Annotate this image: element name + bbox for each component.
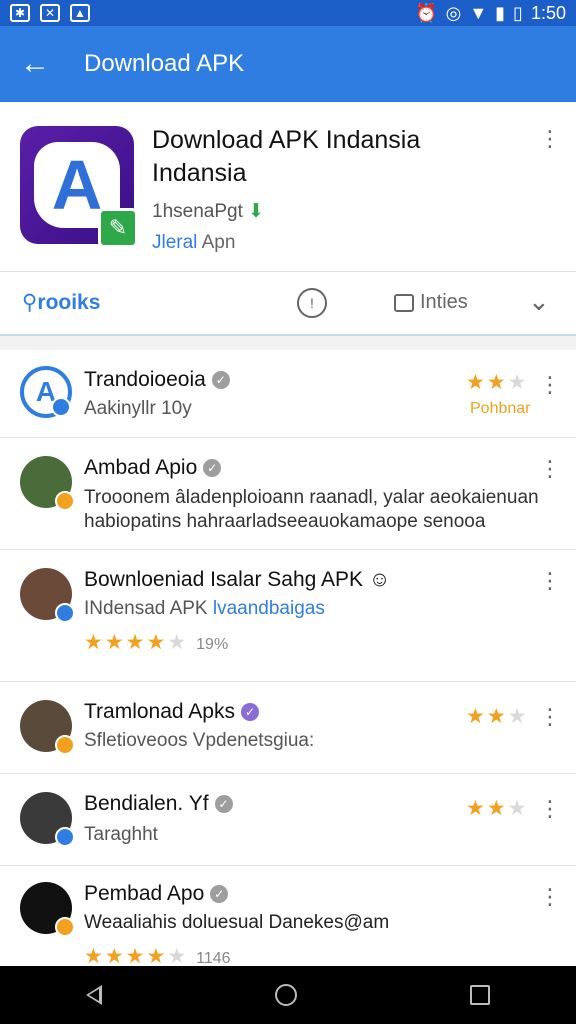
close-box-icon: ✕ <box>40 4 60 22</box>
status-left: ✱ ✕ ▲ <box>10 4 90 22</box>
avatar-badge-icon <box>55 735 75 755</box>
review-name: Bownloeniad Isalar Sahg APK ☺ <box>84 568 390 592</box>
avatar <box>20 568 75 623</box>
list-item[interactable]: A Trandoioeoia ✓ Aakinyllr 10y ★★★ Pohbna… <box>0 350 576 438</box>
tab-active-label: rooiks <box>37 291 101 314</box>
nav-bar <box>0 966 576 1024</box>
more-vert-icon[interactable]: ⋮ <box>538 124 562 154</box>
divider <box>0 336 576 350</box>
star-rating: ★★★ <box>466 705 529 728</box>
avatar-badge-icon <box>55 603 75 623</box>
app-developer: 1hsenaPgt ⬇ <box>152 200 264 223</box>
tab-active[interactable]: ⚲rooiks <box>22 290 100 315</box>
verified-icon: ✓ <box>214 795 233 814</box>
more-vert-icon[interactable]: ⋮ <box>538 794 562 824</box>
more-vert-icon[interactable]: ⋮ <box>538 882 562 912</box>
review-text: Aakinyllr 10y <box>84 398 192 419</box>
more-vert-icon[interactable]: ⋮ <box>538 370 562 400</box>
avatar: A <box>20 366 72 418</box>
chevron-down-icon[interactable]: ⌄ <box>528 286 550 317</box>
review-name-text: Tramlonad Apks <box>84 700 235 723</box>
review-text: Sfletioveoos Vpdenetsgiua: <box>84 730 315 751</box>
avatar <box>20 700 75 755</box>
avatar <box>20 882 75 937</box>
status-time: 1:50 <box>530 2 566 23</box>
review-text-main: INdensad APK <box>84 598 213 619</box>
tab-notes[interactable]: Inties <box>394 291 468 314</box>
more-vert-icon[interactable]: ⋮ <box>538 454 562 484</box>
more-vert-icon[interactable]: ⋮ <box>538 566 562 596</box>
avatar-badge-icon <box>55 491 75 511</box>
search-icon: ⚲ <box>22 291 38 314</box>
app-tag-blue: Jleral <box>152 232 198 253</box>
review-name-text: Ambad Apio <box>84 456 198 479</box>
app-tag-rest: Apn <box>197 232 236 253</box>
notification-icon: ✱ <box>10 4 30 22</box>
review-text: Trooonem âladenploioann raanadl, yalar a… <box>84 487 539 532</box>
more-vert-icon[interactable]: ⋮ <box>538 702 562 732</box>
developer-name: 1hsenaPgt <box>152 201 243 222</box>
review-name: Trandoioeoia ✓ <box>84 368 230 392</box>
review-text-blue: lvaandbaigas <box>212 598 325 619</box>
review-name-text: Pembad Apo <box>84 882 205 905</box>
star-rating: ★★★ <box>466 797 529 820</box>
image-icon: ▲ <box>70 4 90 22</box>
download-icon: ⬇ <box>248 201 265 222</box>
review-meta: 1146 <box>196 950 231 967</box>
verified-icon: ✓ <box>210 885 229 904</box>
avatar-badge-icon <box>55 917 75 937</box>
emoji-icon: ☺ <box>368 568 391 591</box>
app-bar: ← Download APK <box>0 26 576 102</box>
review-name-text: Bendialen. Yf <box>84 792 209 815</box>
tab-row: ⚲rooiks ! Inties ⌄ <box>0 272 576 336</box>
review-text: Taraghht <box>84 824 158 845</box>
list-item[interactable]: Ambad Apio ✓ Trooonem âladenploioann raan… <box>0 438 576 550</box>
verified-icon: ✓ <box>240 703 259 722</box>
signal-icon: ▮ <box>495 2 506 23</box>
review-text: INdensad APK lvaandbaigas <box>84 598 325 620</box>
wifi-icon: ▼ <box>469 2 488 23</box>
review-text: Weaaliahis doluesual Danekes@am <box>84 912 390 933</box>
app-title: Download APK Indansia Indansia <box>152 126 421 187</box>
sync-icon: ◎ <box>445 2 462 23</box>
app-tag: Jleral Apn <box>152 232 235 254</box>
review-tag: Pohbnar <box>470 400 531 417</box>
battery-icon: ▯ <box>513 2 523 23</box>
alarm-icon: ⏰ <box>415 2 438 23</box>
review-name-text: Trandoioeoia <box>84 368 206 391</box>
review-name: Tramlonad Apks ✓ <box>84 700 259 724</box>
home-icon[interactable] <box>274 984 297 1006</box>
message-icon <box>394 293 414 312</box>
list-item[interactable]: Bendialen. Yf ✓ Taraghht ★★★ ⋮ <box>0 774 576 866</box>
tab-notes-label: Inties <box>420 291 468 313</box>
list-item[interactable]: Pembad Apo ✓ Weaaliahis doluesual Danekes… <box>0 866 576 968</box>
edit-badge-icon: ✎ <box>98 208 138 248</box>
app-bar-title: Download APK <box>84 50 245 77</box>
star-rating: ★★★★★ 19% <box>84 631 229 654</box>
back-icon[interactable] <box>86 985 103 1005</box>
review-name: Ambad Apio ✓ <box>84 456 222 480</box>
status-bar: ✱ ✕ ▲ ⏰ ◎ ▼ ▮ ▯ 1:50 <box>0 0 576 26</box>
review-name-text: Bownloeniad Isalar Sahg APK <box>84 568 364 591</box>
verified-icon: ✓ <box>211 371 230 390</box>
avatar <box>20 792 75 847</box>
verified-icon: ✓ <box>203 459 222 478</box>
review-name: Bendialen. Yf ✓ <box>84 792 233 816</box>
list-item[interactable]: Tramlonad Apks ✓ Sfletioveoos Vpdenetsgiu… <box>0 682 576 774</box>
recents-icon[interactable] <box>469 985 490 1005</box>
chat-icon[interactable]: ! <box>297 288 327 318</box>
list-item[interactable]: Bownloeniad Isalar Sahg APK ☺ INdensad A… <box>0 550 576 682</box>
review-meta: 19% <box>196 636 229 653</box>
avatar-badge-icon <box>51 397 71 417</box>
arrow-left-icon[interactable]: ← <box>0 26 70 102</box>
avatar <box>20 456 75 511</box>
avatar-badge-icon <box>55 827 75 847</box>
app-icon[interactable]: A ✎ <box>20 126 138 248</box>
app-header-card: A ✎ Download APK Indansia Indansia 1hsen… <box>0 102 576 272</box>
star-rating: ★★★ <box>466 371 529 394</box>
review-name: Pembad Apo ✓ <box>84 882 229 906</box>
status-right: ⏰ ◎ ▼ ▮ ▯ 1:50 <box>415 3 566 24</box>
